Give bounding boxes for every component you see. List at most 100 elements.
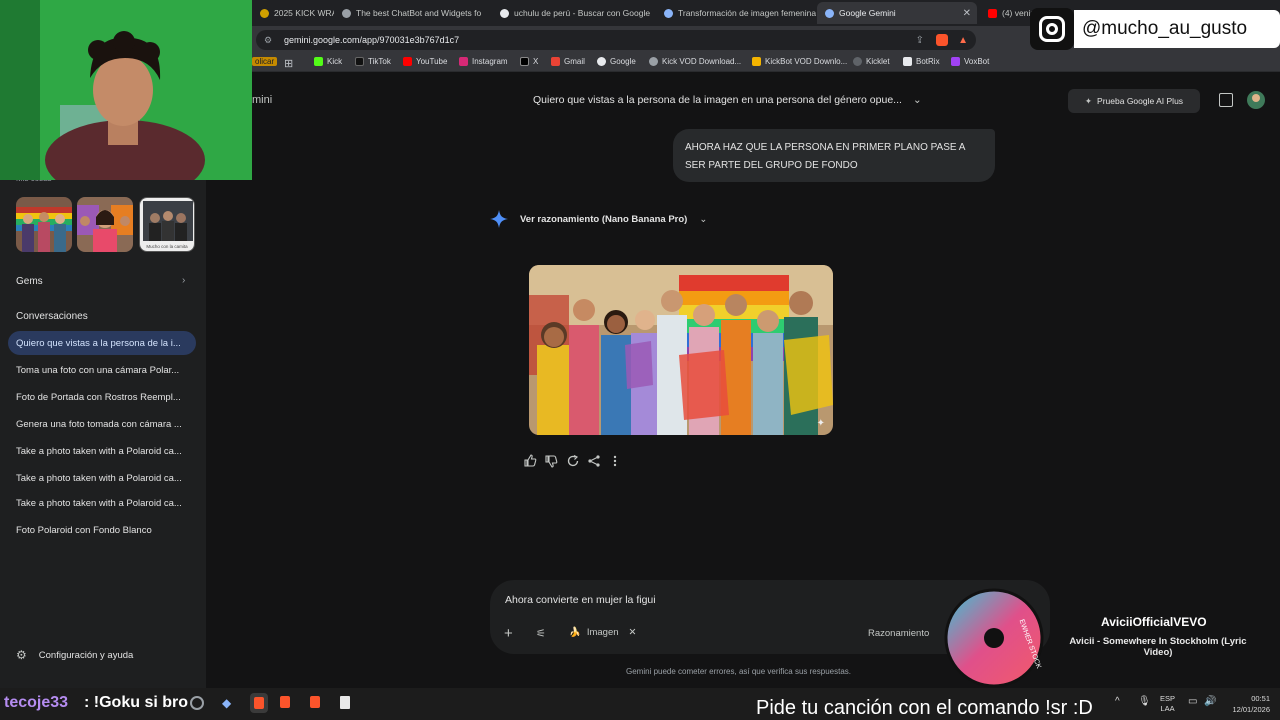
share-icon[interactable] <box>587 454 601 468</box>
settings-help-button[interactable]: ⚙ Configuración y ayuda <box>16 648 133 662</box>
x-icon <box>520 57 529 66</box>
chat-title-dropdown[interactable]: Quiero que vistas a la persona de la ima… <box>533 94 922 106</box>
chevron-down-icon: ⌄ <box>699 213 708 225</box>
kick-icon <box>314 57 323 66</box>
voxbot-icon <box>951 57 960 66</box>
gems-label[interactable]: Gems <box>16 276 43 287</box>
kick-favicon-icon <box>260 8 269 18</box>
add-files-icon[interactable]: + <box>504 625 513 642</box>
tab-kick-wrap[interactable]: 2025 KICK WRAP <box>252 2 334 24</box>
conversation-item[interactable]: Take a photo taken with a Polaroid ca... <box>8 491 196 515</box>
prompt-input[interactable]: Ahora convierte en mujer la figui <box>505 594 656 606</box>
bookmark-x[interactable]: X <box>520 57 538 66</box>
kicklet-icon <box>853 57 862 66</box>
brave-taskbar-icon[interactable] <box>280 696 290 708</box>
polaroid-caption: Mucho con la camita <box>146 244 188 249</box>
brave-taskbar-icon[interactable] <box>250 693 268 713</box>
conversations-heading: Conversaciones <box>16 311 88 322</box>
close-tab-icon[interactable]: ✕ <box>963 8 971 19</box>
instagram-handle: @mucho_au_gusto <box>1074 10 1280 48</box>
bookmark-olicar[interactable]: olicar <box>252 57 278 66</box>
bookmark-kick[interactable]: Kick <box>314 57 342 66</box>
my-stuff-thumbnail-3[interactable]: Mucho con la camita <box>139 197 195 252</box>
youtube-favicon-icon <box>988 8 997 18</box>
bookmark-kick-vod[interactable]: Kick VOD Download... <box>649 57 741 66</box>
apps-grid-icon[interactable]: ⊞ <box>284 57 293 70</box>
language-indicator[interactable]: ESP LAA <box>1160 694 1175 714</box>
webcam-overlay <box>0 0 252 180</box>
brave-taskbar-icon[interactable] <box>310 696 320 708</box>
chevron-right-icon[interactable]: › <box>182 275 185 286</box>
sparkle-watermark-icon: ✦ <box>816 418 825 429</box>
tab-chatbot[interactable]: The best ChatBot and Widgets fo <box>334 2 484 24</box>
conversation-item[interactable]: Take a photo taken with a Polaroid ca... <box>8 466 196 490</box>
try-ai-plus-button[interactable]: ✦ Prueba Google AI Plus <box>1068 89 1200 113</box>
conversation-item[interactable]: Genera una foto tomada con cámara ... <box>8 412 196 436</box>
url-field[interactable]: ⚙ gemini.google.com/app/970031e3b767d1c7… <box>256 30 976 50</box>
thumbs-down-icon[interactable] <box>544 454 558 468</box>
bookmark-kickbot-vod[interactable]: KickBot VOD Downlo... <box>752 57 847 66</box>
disclaimer-text: Gemini puede cometer errores, así que ve… <box>626 667 851 676</box>
bookmark-voxbot[interactable]: VoxBot <box>951 57 989 66</box>
microphone-icon[interactable]: 🎙 <box>1138 696 1151 707</box>
sparkle-icon: ✦ <box>1084 95 1093 106</box>
user-message-bubble: AHORA HAZ QUE LA PERSONA EN PRIMER PLANO… <box>673 129 995 182</box>
google-favicon-icon <box>500 8 509 18</box>
brave-shield-icon[interactable] <box>936 34 948 46</box>
more-options-icon[interactable] <box>608 454 622 468</box>
bookmark-instagram[interactable]: Instagram <box>459 57 508 66</box>
brave-rewards-icon[interactable]: ▲ <box>958 35 968 46</box>
bookmark-tiktok[interactable]: TikTok <box>355 57 391 66</box>
now-playing-title: Avicii - Somewhere In Stockholm (Lyric V… <box>1069 636 1247 658</box>
share-icon[interactable]: ⇪ <box>916 35 924 46</box>
banana-icon: 🍌 <box>569 627 581 638</box>
chevron-down-icon: ⌄ <box>912 94 922 106</box>
youtube-icon <box>403 57 412 66</box>
tab-google-gemini[interactable]: Google Gemini ✕ <box>817 2 977 24</box>
mode-selector[interactable]: Razonamiento <box>868 628 929 639</box>
volume-icon[interactable]: 🔊 <box>1204 696 1216 707</box>
site-favicon-icon <box>342 8 351 18</box>
obs-taskbar-icon[interactable] <box>190 696 204 710</box>
bookmark-kicklet[interactable]: Kicklet <box>853 57 890 66</box>
app-taskbar-icon[interactable]: ◆ <box>222 696 234 710</box>
tab-youtube[interactable]: (4) venim <box>980 2 1035 24</box>
tiktok-icon <box>355 57 364 66</box>
thumbs-up-icon[interactable] <box>523 454 537 468</box>
conversation-item[interactable]: Quiero que vistas a la persona de la i..… <box>8 331 196 355</box>
gear-icon: ⚙ <box>16 648 27 662</box>
clock[interactable]: 00:51 12/01/2026 <box>1224 693 1270 715</box>
conversation-item[interactable]: Take a photo taken with a Polaroid ca... <box>8 439 196 463</box>
regenerate-icon[interactable] <box>566 454 580 468</box>
tab-transformacion[interactable]: Transformación de imagen femenina <box>656 2 816 24</box>
instagram-overlay: @mucho_au_gusto <box>1030 8 1280 50</box>
file-taskbar-icon[interactable] <box>340 696 350 709</box>
tab-google-search[interactable]: uchulu de perú - Buscar con Google <box>492 2 652 24</box>
show-reasoning-toggle[interactable]: Ver razonamiento (Nano Banana Pro) ⌄ <box>490 210 707 228</box>
conversation-item[interactable]: Toma una foto con una cámara Polar... <box>8 358 196 382</box>
bookmark-botrix[interactable]: BotRix <box>903 57 940 66</box>
my-stuff-thumbnail-1[interactable] <box>16 197 72 252</box>
bookmark-google[interactable]: Google <box>597 57 636 66</box>
gemini-favicon-icon <box>825 8 834 18</box>
bookmark-youtube[interactable]: YouTube <box>403 57 447 66</box>
app-title-partial: mini <box>252 94 273 106</box>
my-stuff-thumbnail-2[interactable] <box>77 197 133 252</box>
instagram-icon <box>1030 8 1074 50</box>
site-settings-icon[interactable]: ⚙ <box>264 35 274 46</box>
globe-icon <box>649 57 658 66</box>
now-playing-artist: AviciiOfficialVEVO <box>1101 615 1207 629</box>
image-tool-chip[interactable]: 🍌 Imagen ✕ <box>569 627 637 638</box>
bookmark-gmail[interactable]: Gmail <box>551 57 585 66</box>
avatar[interactable] <box>1247 91 1265 109</box>
tray-chevron-up-icon[interactable]: ^ <box>1115 696 1120 707</box>
network-icon[interactable]: ▭ <box>1188 696 1197 707</box>
conversation-item[interactable]: Foto Polaroid con Fondo Blanco <box>8 518 196 542</box>
remove-chip-icon[interactable]: ✕ <box>629 627 637 638</box>
temporary-chat-icon[interactable] <box>1219 93 1233 107</box>
conversation-item[interactable]: Foto de Portada con Rostros Reempl... <box>8 385 196 409</box>
group-pride-photo <box>529 265 833 435</box>
gmail-icon <box>551 57 560 66</box>
generated-image[interactable]: ✦ <box>529 265 833 435</box>
tools-icon[interactable]: ⚟ <box>536 627 546 640</box>
